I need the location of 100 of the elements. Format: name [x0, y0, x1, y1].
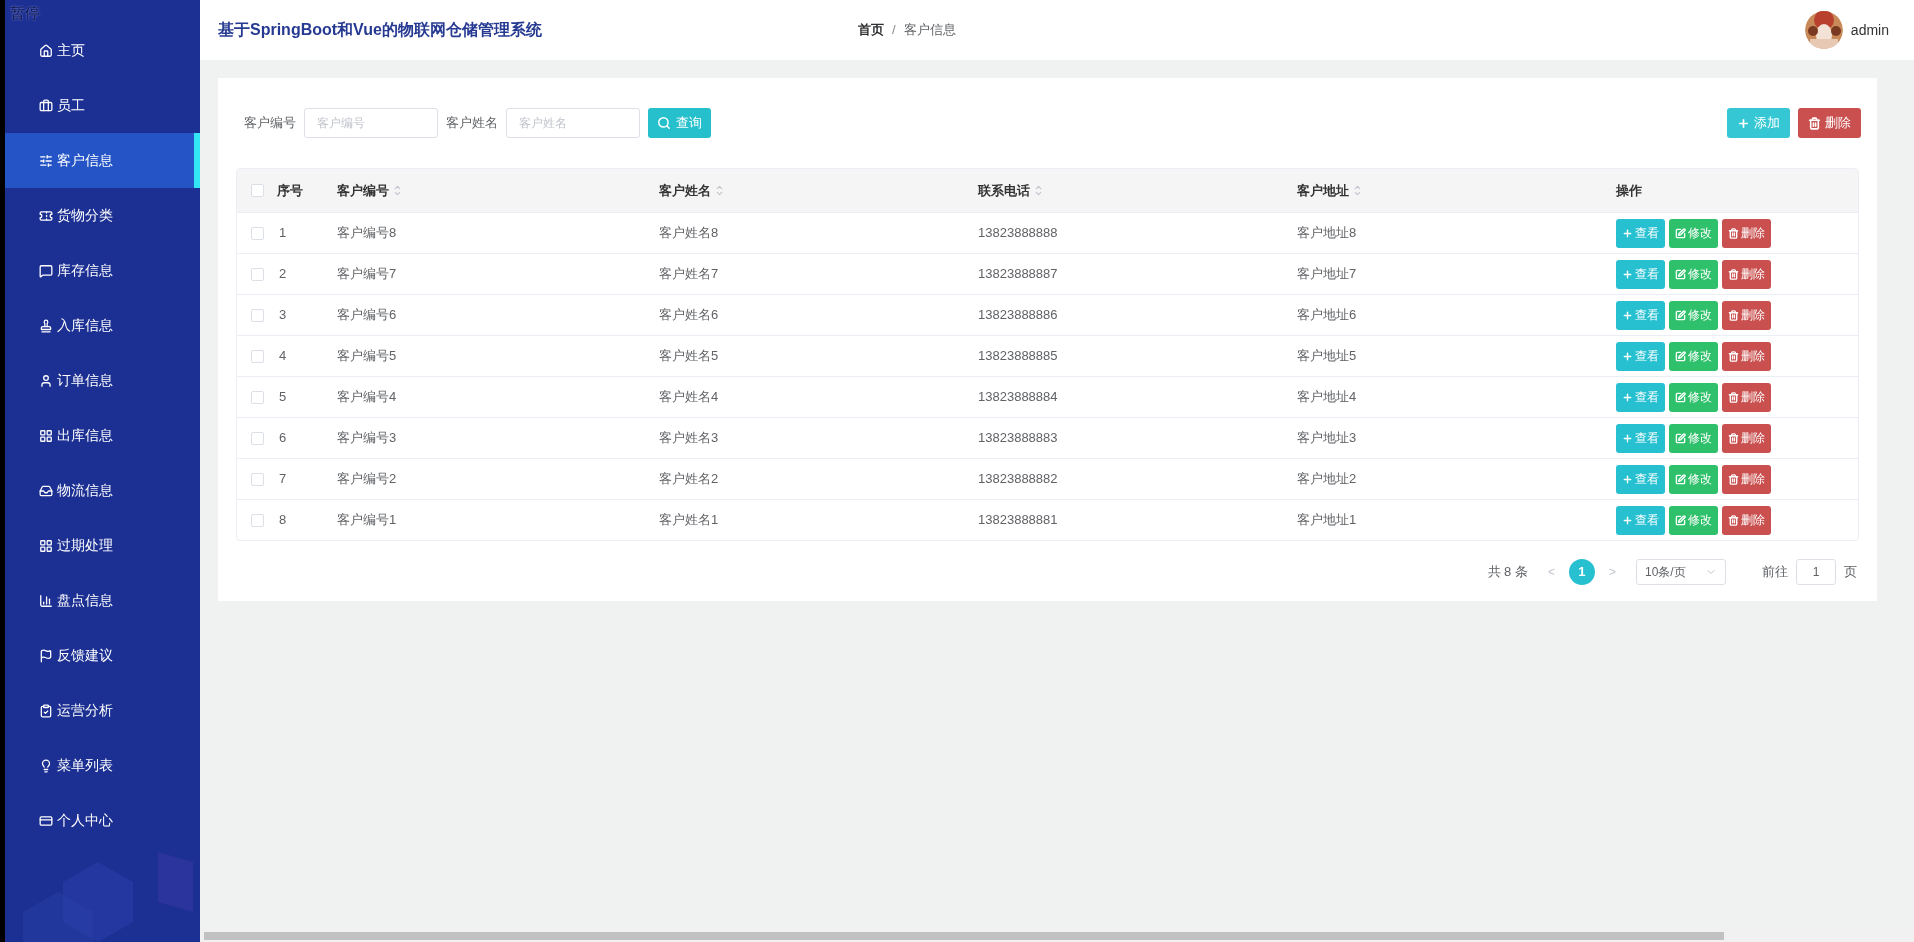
table-row[interactable]: 2 客户编号7 客户姓名7 13823888887 客户地址7 查看 修改 删除 [237, 253, 1858, 294]
delete-button[interactable]: 删除 [1722, 300, 1771, 330]
column-heading[interactable]: 客户地址 [1297, 180, 1616, 201]
table-row[interactable]: 4 客户编号5 客户姓名5 13823888885 客户地址5 查看 修改 删除 [237, 335, 1858, 376]
app-title: 基于SpringBoot和Vue的物联网仓储管理系统 [218, 20, 543, 40]
sidebar-item[interactable]: 员工 [5, 78, 200, 133]
sidebar-item[interactable]: 反馈建议 [5, 628, 200, 683]
table-row[interactable]: 8 客户编号1 客户姓名1 13823888881 客户地址1 查看 修改 删除 [237, 499, 1858, 540]
column-heading: 序号 [277, 181, 304, 200]
table-cell: 客户编号2 [337, 471, 397, 487]
table-cell: 客户编号7 [337, 266, 397, 282]
table-cell: 客户地址1 [1297, 512, 1357, 528]
table-cell: 客户地址6 [1297, 307, 1357, 323]
table-cell: 13823888883 [978, 430, 1058, 446]
sort-icon[interactable] [715, 183, 724, 198]
table-row[interactable]: 3 客户编号6 客户姓名6 13823888886 客户地址6 查看 修改 删除 [237, 294, 1858, 335]
sidebar-item[interactable]: 货物分类 [5, 188, 200, 243]
plus-icon [1737, 116, 1750, 130]
grid-icon [39, 428, 53, 443]
sidebar-item[interactable]: 客户信息 [5, 133, 200, 188]
checkbox[interactable] [250, 513, 264, 527]
delete-button[interactable]: 删除 [1722, 218, 1771, 248]
table-row[interactable]: 5 客户编号4 客户姓名4 13823888884 客户地址4 查看 修改 删除 [237, 376, 1858, 417]
clipboard-icon [39, 703, 53, 718]
sort-icon[interactable] [1353, 183, 1362, 198]
delete-button[interactable]: 删除 [1722, 505, 1771, 535]
table-cell: 13823888887 [978, 266, 1058, 282]
checkbox[interactable] [250, 226, 264, 240]
table-cell-text: 7 [278, 471, 287, 487]
username[interactable]: admin [1850, 19, 1889, 41]
edit-icon [1675, 309, 1686, 321]
search-field[interactable]: 客户姓名 [506, 108, 640, 138]
checkbox[interactable] [250, 349, 264, 363]
checkbox[interactable] [250, 390, 264, 404]
trash-icon [1728, 473, 1739, 485]
page-number-field[interactable]: 1 [1796, 559, 1836, 585]
checkbox[interactable] [250, 472, 264, 486]
sidebar-item[interactable]: 主页 [5, 23, 200, 78]
sidebar-item[interactable]: 菜单列表 [5, 738, 200, 793]
flag-icon [39, 648, 53, 663]
table-cell: 客户地址8 [1297, 225, 1357, 241]
table-cell: 13823888881 [978, 512, 1058, 528]
column-heading[interactable]: 客户姓名 [659, 180, 978, 201]
lightbulb-icon [39, 758, 53, 773]
column-heading[interactable]: 客户编号 [337, 180, 659, 201]
sort-icon[interactable] [1034, 183, 1043, 198]
delete-button[interactable]: 删除 [1722, 382, 1771, 412]
trash-icon [1728, 432, 1739, 444]
table-cell: 客户地址7 [1297, 266, 1357, 282]
plus-icon [1622, 391, 1633, 403]
table-cell-text: 8 [278, 512, 287, 528]
sort-icon[interactable] [393, 183, 402, 198]
table-cell: 13823888888 [978, 225, 1058, 241]
bar-chart-icon [39, 593, 53, 608]
checkbox[interactable] [250, 267, 264, 281]
edit-icon [1675, 350, 1686, 362]
grid-icon [39, 538, 53, 553]
table-row[interactable]: 6 客户编号3 客户姓名3 13823888883 客户地址3 查看 修改 删除 [237, 417, 1858, 458]
trash-icon [1728, 514, 1739, 526]
sidebar-item[interactable]: 订单信息 [5, 353, 200, 408]
sidebar-item[interactable]: 过期处理 [5, 518, 200, 573]
table-cell: 客户编号1 [337, 512, 397, 528]
briefcase-icon [39, 98, 53, 113]
table-cell: 客户地址5 [1297, 348, 1357, 364]
edit-icon [1675, 514, 1686, 526]
table-cell-text: 5 [278, 389, 287, 405]
table-cell: 13823888882 [978, 471, 1058, 487]
table-cell: 客户姓名3 [659, 430, 719, 446]
sidebar-item[interactable]: 盘点信息 [5, 573, 200, 628]
breadcrumb-separator: / [892, 21, 896, 40]
scrollbar-thumb[interactable] [204, 932, 1724, 940]
column-heading[interactable]: 联系电话 [978, 180, 1297, 201]
table-row[interactable]: 1 客户编号8 客户姓名8 13823888888 客户地址8 查看 修改 删除 [237, 212, 1858, 253]
sidebar-item[interactable]: 库存信息 [5, 243, 200, 298]
plus-icon [1622, 432, 1633, 444]
table-cell-text: 1 [278, 225, 287, 241]
trash-icon [1728, 309, 1739, 321]
sidebar-item[interactable]: 运营分析 [5, 683, 200, 738]
sidebar-item[interactable]: 出库信息 [5, 408, 200, 463]
breadcrumb-item: 客户信息 [903, 21, 956, 40]
delete-button[interactable]: 删除 [1722, 341, 1771, 371]
checkbox[interactable] [250, 308, 264, 322]
delete-button[interactable]: 删除 [1722, 259, 1771, 289]
page-unit-label: 页 [1844, 563, 1857, 582]
breadcrumb-item[interactable]: 首页 [858, 20, 884, 40]
sidebar-item[interactable]: 入库信息 [5, 298, 200, 353]
sidebar-item[interactable]: 个人中心 [5, 793, 200, 848]
delete-button[interactable]: 删除 [1798, 108, 1861, 138]
checkbox[interactable] [250, 431, 264, 445]
delete-button[interactable]: 删除 [1722, 464, 1771, 494]
table-cell: 客户姓名8 [659, 225, 719, 241]
page-size-select[interactable]: 10条/页 [1636, 559, 1726, 585]
edit-icon [1675, 268, 1686, 280]
checkbox[interactable] [250, 184, 264, 197]
delete-button[interactable]: 删除 [1722, 423, 1771, 453]
search-icon [657, 116, 671, 130]
edit-icon [1675, 227, 1686, 239]
table-row[interactable]: 7 客户编号2 客户姓名2 13823888882 客户地址2 查看 修改 删除 [237, 458, 1858, 499]
table-cell: 客户编号3 [337, 430, 397, 446]
sidebar-item[interactable]: 物流信息 [5, 463, 200, 518]
